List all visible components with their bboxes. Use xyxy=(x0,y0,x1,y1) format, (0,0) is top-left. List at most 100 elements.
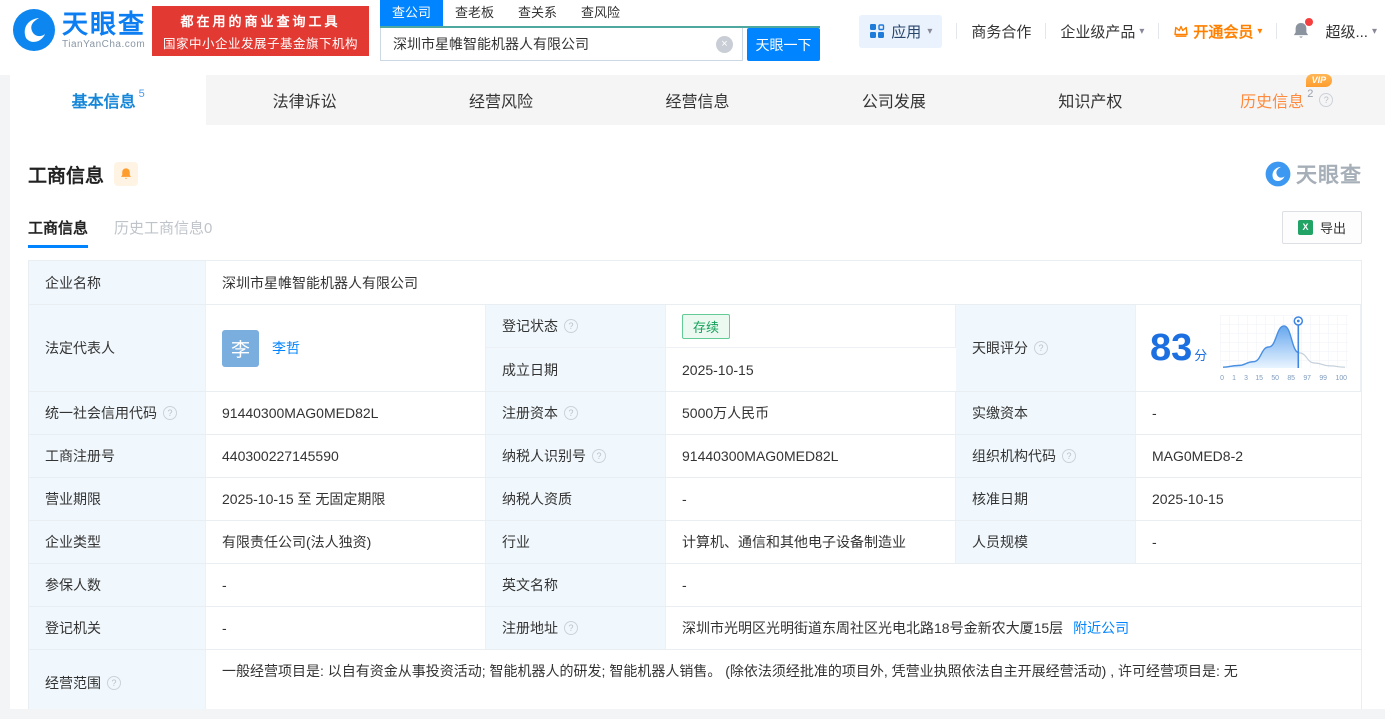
reg-number-value: 440300227145590 xyxy=(206,435,486,477)
legal-rep-value: 李 李哲 xyxy=(206,305,486,391)
apps-menu-button[interactable]: 应用 ▾ xyxy=(859,14,943,48)
chart-tick: 100 xyxy=(1335,372,1348,382)
help-icon[interactable]: ? xyxy=(163,406,177,420)
logo-text: 天眼查 TianYanCha.com xyxy=(62,11,146,50)
notification-bell-button[interactable] xyxy=(1291,18,1314,41)
table-row: 企业名称 深圳市星帷智能机器人有限公司 xyxy=(29,261,1361,305)
tab-intellectual-property[interactable]: 知识产权 xyxy=(992,75,1188,125)
notification-dot xyxy=(1305,18,1314,26)
help-icon[interactable]: ? xyxy=(1319,93,1334,107)
reg-number-label: 工商注册号 xyxy=(29,435,206,477)
search-button[interactable]: 天眼一下 xyxy=(747,28,820,61)
export-button[interactable]: X 导出 xyxy=(1281,211,1362,244)
legal-rep-avatar[interactable]: 李 xyxy=(222,329,259,367)
help-icon[interactable]: ? xyxy=(1034,341,1048,355)
chevron-down-icon: ▾ xyxy=(927,25,933,37)
help-icon[interactable]: ? xyxy=(564,406,578,420)
crown-icon xyxy=(1174,25,1189,37)
nav-divider xyxy=(956,23,958,39)
paid-capital-value: - xyxy=(1136,392,1361,434)
chart-tick: 85 xyxy=(1287,372,1296,382)
subtab-history-business-info[interactable]: 历史工商信息0 xyxy=(114,217,212,248)
search-tab-risk[interactable]: 查风险 xyxy=(569,0,632,26)
help-icon[interactable]: ? xyxy=(107,675,121,690)
nav-business-cooperation[interactable]: 商务合作 xyxy=(971,21,1031,42)
business-info-table: 企业名称 深圳市星帷智能机器人有限公司 法定代表人 李 李哲 登记状态? 存续 … xyxy=(28,260,1362,716)
legal-rep-label: 法定代表人 xyxy=(29,305,206,391)
business-term-value: 2025-10-15 至 无固定期限 xyxy=(206,478,486,520)
chevron-down-icon: ▾ xyxy=(1139,25,1145,37)
insured-count-label: 参保人数 xyxy=(29,564,206,606)
page-left-gutter xyxy=(0,75,10,719)
nav-divider xyxy=(1045,23,1047,39)
subtab-business-info[interactable]: 工商信息 xyxy=(28,217,89,248)
nav-divider xyxy=(1276,23,1278,39)
help-icon[interactable]: ? xyxy=(592,449,606,463)
industry-label: 行业 xyxy=(486,521,666,563)
credit-code-label: 统一社会信用代码? xyxy=(29,392,206,434)
score-distribution-chart: 0 1 3 15 50 85 97 99 100 xyxy=(1220,314,1350,382)
help-icon[interactable]: ? xyxy=(1062,449,1076,463)
nav-enterprise-products[interactable]: 企业级产品 ▾ xyxy=(1060,21,1144,42)
paid-capital-label: 实缴资本 xyxy=(956,392,1136,434)
search-tab-company[interactable]: 查公司 xyxy=(380,0,444,26)
tab-history-info[interactable]: 历史信息 VIP 2 ? xyxy=(1189,74,1385,125)
tianyancha-company-page: 天眼查 TianYanCha.com 都在用的商业查询工具 国家中小企业发展子基… xyxy=(0,0,1385,719)
search-input[interactable] xyxy=(381,28,742,60)
section-title: 工商信息 xyxy=(28,165,105,187)
chart-tick: 50 xyxy=(1271,372,1280,382)
open-membership-label: 开通会员 xyxy=(1193,23,1254,41)
tianyancha-swirl-icon xyxy=(1265,161,1291,187)
bell-icon xyxy=(121,168,132,179)
clear-search-icon[interactable]: × xyxy=(716,36,733,53)
chart-tick: 1 xyxy=(1231,372,1236,382)
promo-banner: 都在用的商业查询工具 国家中小企业发展子基金旗下机构 xyxy=(152,6,369,56)
search-tab-relation[interactable]: 查关系 xyxy=(506,0,569,26)
taxpayer-id-label: 纳税人识别号? xyxy=(486,435,666,477)
tab-operating-risk[interactable]: 经营风险 xyxy=(403,75,599,125)
table-row: 企业类型 有限责任公司(法人独资) 行业 计算机、通信和其他电子设备制造业 人员… xyxy=(29,521,1361,564)
company-name-label: 企业名称 xyxy=(29,261,206,304)
table-row: 统一社会信用代码? 91440300MAG0MED82L 注册资本? 5000万… xyxy=(29,392,1361,435)
tab-history-count: 2 xyxy=(1307,88,1314,100)
reg-status-label: 登记状态? xyxy=(486,305,666,348)
nav-account-menu[interactable]: 超级... ▾ xyxy=(1325,21,1377,42)
tab-company-development[interactable]: 公司发展 xyxy=(796,75,992,125)
business-info-section: 工商信息 天眼查 工商信息 历史工商信息0 X 导出 企业名称 深圳市星帷智能机… xyxy=(10,125,1385,716)
reg-authority-label: 登记机关 xyxy=(29,607,206,649)
address-text: 深圳市光明区光明街道东周社区光电北路18号金新农大厦15层 xyxy=(682,620,1064,636)
nearby-companies-link[interactable]: 附近公司 xyxy=(1073,618,1129,638)
staff-size-value: - xyxy=(1136,521,1361,563)
tab-basic-info[interactable]: 基本信息 5 xyxy=(10,75,207,125)
company-name-value: 深圳市星帷智能机器人有限公司 xyxy=(206,261,1361,304)
apps-label: 应用 xyxy=(891,23,922,41)
reg-status-value: 存续 xyxy=(666,305,956,348)
chevron-down-icon: ▾ xyxy=(1257,25,1263,37)
staff-size-label: 人员规模 xyxy=(956,521,1136,563)
tab-legal-proceedings[interactable]: 法律诉讼 xyxy=(206,75,402,125)
help-icon[interactable]: ? xyxy=(564,319,578,333)
tianyan-score-value: 83 分 0 1 3 15 50 85 97 99 100 xyxy=(1136,305,1361,391)
business-scope-label: 经营范围? xyxy=(29,650,206,715)
search-tab-boss[interactable]: 查老板 xyxy=(443,0,506,26)
reg-address-value: 深圳市光明区光明街道东周社区光电北路18号金新农大厦15层 附近公司 xyxy=(666,607,1361,649)
account-label: 超级... xyxy=(1325,23,1368,41)
company-section-tabs: 基本信息 5 法律诉讼 经营风险 经营信息 公司发展 知识产权 历史信息 VIP… xyxy=(10,74,1385,125)
tianyancha-logo[interactable]: 天眼查 TianYanCha.com xyxy=(12,8,146,52)
table-row: 登记机关 - 注册地址? 深圳市光明区光明街道东周社区光电北路18号金新农大厦1… xyxy=(29,607,1361,650)
help-icon[interactable]: ? xyxy=(564,621,578,635)
monitor-bell-button[interactable] xyxy=(114,162,139,186)
org-code-label: 组织机构代码? xyxy=(956,435,1136,477)
tab-history-label: 历史信息 VIP xyxy=(1240,74,1333,112)
legal-rep-name-link[interactable]: 李哲 xyxy=(272,338,300,358)
tab-operating-info[interactable]: 经营信息 xyxy=(599,75,795,125)
taxpayer-quality-value: - xyxy=(666,478,956,520)
chevron-down-icon: ▾ xyxy=(1371,25,1377,37)
vip-badge: VIP xyxy=(1305,74,1333,87)
promo-banner-line1: 都在用的商业查询工具 xyxy=(180,13,341,29)
nav-open-membership[interactable]: 开通会员 ▾ xyxy=(1173,21,1262,42)
watermark-text: 天眼查 xyxy=(1296,164,1362,187)
english-name-label: 英文名称 xyxy=(486,564,666,606)
tab-basic-info-count: 5 xyxy=(138,88,145,100)
promo-banner-line2: 国家中小企业发展子基金旗下机构 xyxy=(162,36,358,51)
